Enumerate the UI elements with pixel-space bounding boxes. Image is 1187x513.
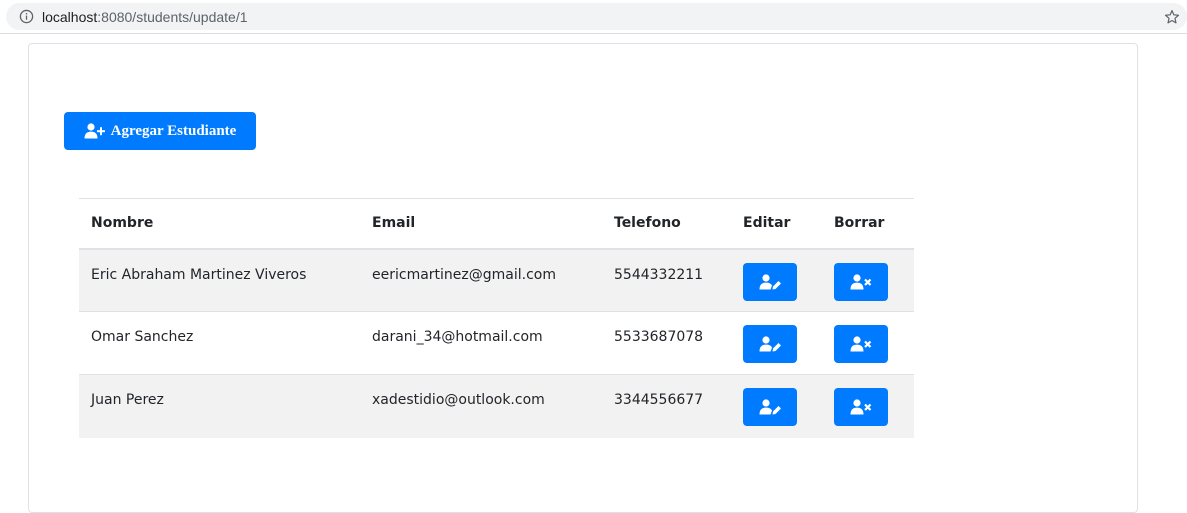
table-row: Juan Perez xadestidio@outlook.com 334455… [79,374,914,438]
cell-email: darani_34@hotmail.com [360,311,602,375]
table-row: Eric Abraham Martinez Viveros eericmarti… [79,248,914,312]
cell-telefono: 5533687078 [602,311,731,375]
add-student-button[interactable]: Agregar Estudiante [64,112,256,150]
url-host: localhost [42,9,98,25]
edit-button[interactable] [743,325,797,363]
header-borrar: Borrar [822,198,914,250]
table-header-row: Nombre Email Telefono Editar Borrar [79,198,914,250]
table-row: Omar Sanchez darani_34@hotmail.com 55336… [79,311,914,375]
delete-button[interactable] [834,388,888,426]
cell-email: xadestidio@outlook.com [360,374,602,438]
cell-editar [731,374,822,438]
edit-button[interactable] [743,262,797,301]
cell-nombre: Omar Sanchez [79,311,360,375]
star-icon[interactable] [1163,8,1181,26]
header-nombre: Nombre [79,198,360,250]
cell-nombre: Juan Perez [79,374,360,438]
browser-address-bar: localhost:8080/students/update/1 [0,0,1187,34]
cell-borrar [822,374,914,438]
cell-borrar [822,311,914,375]
user-edit-icon [759,273,781,289]
user-times-icon [850,399,872,415]
cell-telefono: 5544332211 [602,248,731,312]
delete-button[interactable] [834,262,888,301]
user-times-icon [850,273,872,289]
cell-borrar [822,248,914,312]
edit-button[interactable] [743,388,797,426]
user-plus-icon [84,123,105,139]
url-path: :8080/students/update/1 [97,9,248,25]
header-email: Email [360,198,602,250]
students-table: Nombre Email Telefono Editar Borrar Eric… [79,198,914,438]
cell-editar [731,311,822,375]
delete-button[interactable] [834,325,888,363]
cell-email: eericmartinez@gmail.com [360,248,602,312]
user-edit-icon [759,399,781,415]
user-times-icon [850,336,872,352]
url-field[interactable]: localhost:8080/students/update/1 [6,3,1187,30]
add-student-label: Agregar Estudiante [110,122,237,139]
header-telefono: Telefono [602,198,731,250]
info-circle-icon[interactable] [19,9,34,24]
url-text[interactable]: localhost:8080/students/update/1 [42,9,248,25]
cell-editar [731,248,822,312]
header-editar: Editar [731,198,822,250]
user-edit-icon [759,336,781,352]
cell-nombre: Eric Abraham Martinez Viveros [79,248,360,312]
cell-telefono: 3344556677 [602,374,731,438]
